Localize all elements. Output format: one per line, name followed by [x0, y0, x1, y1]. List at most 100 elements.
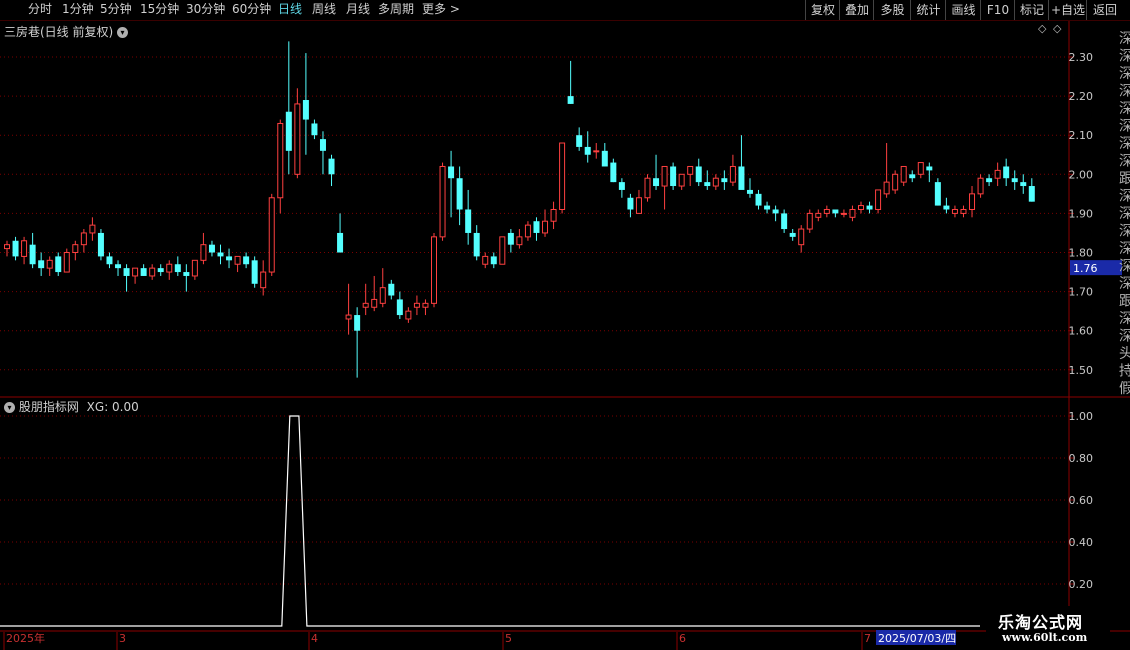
candle-body [123, 268, 130, 276]
candle-body [277, 122, 284, 199]
period-tab-4[interactable]: 30分钟 [186, 2, 225, 17]
side-panel-char: 深 [1119, 329, 1130, 345]
price-tick-label: 2.30 [1069, 51, 1094, 64]
toolbar-button-6[interactable]: 标记 [1014, 0, 1049, 20]
candle-body [892, 173, 899, 191]
candle-body [977, 177, 984, 195]
candle-body [635, 197, 642, 214]
candle-body [661, 165, 668, 187]
toolbar-button-7[interactable]: +自选 [1048, 0, 1087, 20]
candle-body [234, 255, 241, 265]
side-panel-char: 深 [1119, 276, 1130, 292]
period-tab-7[interactable]: 周线 [312, 2, 336, 17]
diamond-icon[interactable]: ◇ [1038, 22, 1046, 35]
candle-body [849, 208, 856, 218]
indicator-panel-title[interactable]: ▾ 股朋指标网 XG: 0.00 [4, 398, 139, 415]
candle-body [610, 162, 617, 183]
candle-body [840, 212, 847, 215]
toolbar-button-1[interactable]: 叠加 [839, 0, 874, 20]
period-tab-1[interactable]: 1分钟 [62, 2, 94, 17]
price-tick-label: 1.80 [1069, 247, 1094, 260]
candle-body [260, 271, 267, 289]
candle-body [456, 178, 463, 210]
side-panel-char: 持 [1119, 364, 1130, 380]
price-panel-title[interactable]: 三房巷(日线 前复权) ▾ [4, 23, 129, 40]
period-tab-2[interactable]: 5分钟 [100, 2, 132, 17]
indicator-name: 股朋指标网 [18, 400, 79, 414]
candle-body [926, 166, 933, 171]
period-tab-0[interactable]: 分时 [28, 2, 52, 17]
candle-body [781, 213, 788, 230]
period-tab-10[interactable]: 更多 > [422, 2, 460, 17]
toolbar-button-5[interactable]: F10 [980, 0, 1015, 20]
right-info-strip: 深深深深深深深深跟深深深深深深跟深深头持假 [1119, 31, 1130, 397]
candle-body [473, 232, 480, 257]
candle-body [815, 212, 822, 218]
chevron-icon[interactable]: ◇ [1053, 22, 1061, 35]
toolbar-button-3[interactable]: 统计 [910, 0, 946, 20]
indicator-tick-label: 0.60 [1069, 494, 1094, 507]
candle-body [388, 283, 395, 296]
candle-body [994, 169, 1001, 179]
candle-body [371, 298, 378, 308]
price-tick-label: 2.00 [1069, 168, 1094, 181]
price-tick-label: 2.10 [1069, 129, 1094, 142]
candle-body [832, 209, 839, 214]
period-tab-8[interactable]: 月线 [346, 2, 370, 17]
chart-area[interactable]: 2.30 2.20 2.10 2.00 1.90 1.80 1.70 1.60 1.50 1.76… [0, 21, 1130, 650]
time-tick-label: 4 [311, 632, 318, 645]
side-panel-char: 深 [1119, 101, 1130, 117]
candle-body [362, 302, 369, 308]
candle-body [593, 150, 600, 153]
candle-body [311, 123, 318, 136]
candle-body [542, 220, 549, 234]
indicator-value: XG: 0.00 [86, 400, 139, 414]
toolbar-button-2[interactable]: 多股 [873, 0, 911, 20]
candle-body [38, 260, 45, 269]
candle-body [550, 208, 557, 222]
candle-body [670, 166, 677, 187]
candle-body [21, 240, 28, 257]
cursor-date-label: 2025/07/03/四 [878, 632, 956, 645]
candle-body [132, 267, 139, 277]
candle-body [80, 232, 87, 246]
candle-body [405, 310, 412, 320]
side-panel-char: 头 [1119, 346, 1130, 362]
candle-body [951, 208, 958, 214]
candle-body [251, 260, 258, 284]
chevron-down-icon[interactable]: ▾ [4, 402, 15, 413]
period-tab-6[interactable]: 日线 [278, 2, 302, 17]
candle-body [601, 150, 608, 167]
candle-body [883, 181, 890, 195]
candle-body [764, 205, 771, 210]
candle-body [396, 299, 403, 316]
candle-body [524, 224, 531, 238]
period-tab-3[interactable]: 15分钟 [140, 2, 179, 17]
watermark-url: www.60lt.com [1002, 631, 1088, 644]
candle-body [115, 264, 122, 269]
chevron-down-icon[interactable]: ▾ [117, 27, 129, 38]
candle-body [1028, 186, 1035, 202]
candle-body [712, 177, 719, 187]
toolbar-button-4[interactable]: 画线 [945, 0, 981, 20]
candle-body [1011, 178, 1018, 183]
period-tab-5[interactable]: 60分钟 [232, 2, 271, 17]
candle-body [439, 165, 446, 238]
candle-body [97, 232, 104, 257]
candle-body [354, 315, 361, 331]
side-panel-char: 深 [1119, 84, 1130, 100]
toolbar-button-8[interactable]: 返回 [1086, 0, 1123, 20]
stock-title: 三房巷(日线 前复权) [4, 25, 114, 39]
indicator-grid [0, 415, 1069, 585]
period-tab-9[interactable]: 多周期 [378, 2, 414, 17]
candle-body [294, 103, 301, 175]
side-panel-char: 跟 [1119, 294, 1130, 310]
price-tick-label: 1.60 [1069, 325, 1094, 338]
watermark-text: 乐淘公式网 [998, 613, 1084, 632]
candle-body [559, 142, 566, 210]
candle-body [63, 252, 70, 273]
candle-body [704, 182, 711, 187]
toolbar-button-0[interactable]: 复权 [805, 0, 840, 20]
candle-body [490, 256, 497, 265]
candle-body [285, 111, 292, 151]
